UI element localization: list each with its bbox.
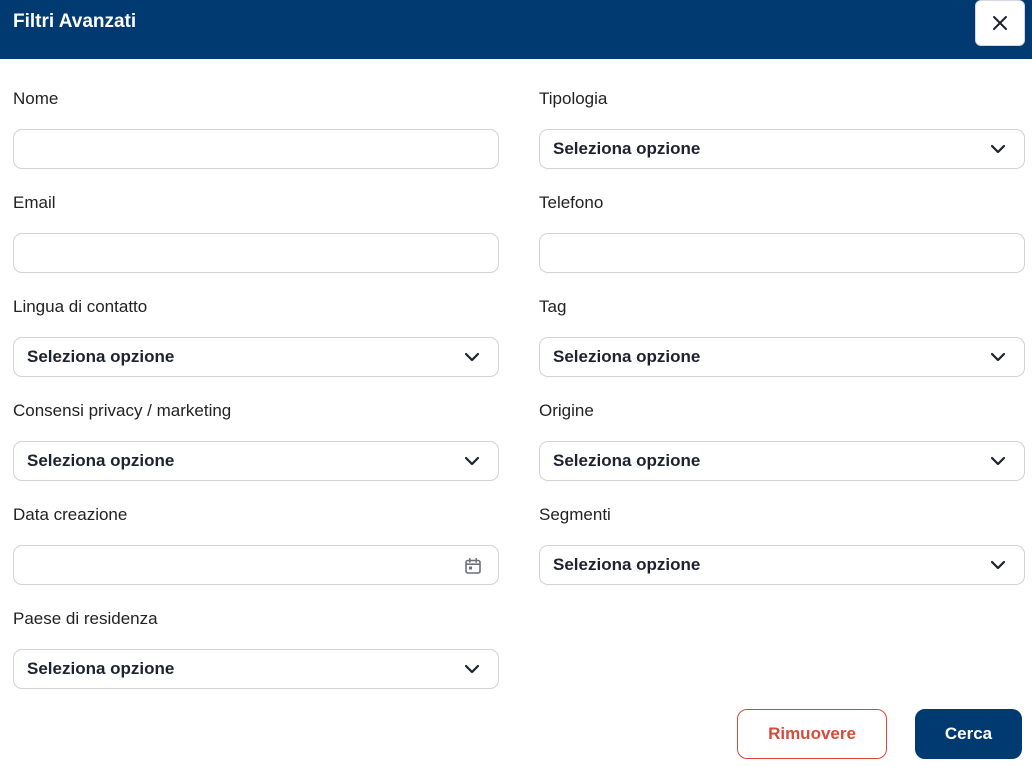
tipologia-select[interactable]: Seleziona opzione (539, 129, 1025, 169)
field-tag: Tag Seleziona opzione (539, 296, 1025, 377)
data-creazione-input[interactable] (14, 546, 498, 584)
consensi-select-value: Seleziona opzione (27, 451, 175, 470)
label-nome: Nome (13, 89, 59, 108)
telefono-input[interactable] (540, 234, 1024, 272)
dialog-title: Filtri Avanzati (13, 11, 137, 32)
label-lingua: Lingua di contatto (13, 297, 148, 316)
segmenti-select-value: Seleziona opzione (553, 555, 701, 574)
chevron-down-icon (990, 352, 1006, 362)
label-telefono: Telefono (539, 193, 604, 212)
field-tipologia: Tipologia Seleziona opzione (539, 88, 1025, 169)
label-paese: Paese di residenza (13, 609, 158, 628)
field-paese: Paese di residenza Seleziona opzione (13, 608, 499, 689)
paese-select-value: Seleziona opzione (27, 659, 175, 678)
telefono-input-wrapper (539, 233, 1025, 273)
label-data-creazione: Data creazione (13, 505, 128, 524)
consensi-select[interactable]: Seleziona opzione (13, 441, 499, 481)
field-segmenti: Segmenti Seleziona opzione (539, 504, 1025, 585)
label-consensi: Consensi privacy / marketing (13, 401, 232, 420)
paese-select[interactable]: Seleziona opzione (13, 649, 499, 689)
chevron-down-icon (990, 144, 1006, 154)
dialog-header: Filtri Avanzati (0, 0, 1032, 59)
remove-button[interactable]: Rimuovere (737, 709, 887, 759)
close-button[interactable] (975, 0, 1025, 46)
origine-select[interactable]: Seleziona opzione (539, 441, 1025, 481)
field-email: Email (13, 192, 499, 273)
tag-select[interactable]: Seleziona opzione (539, 337, 1025, 377)
field-origine: Origine Seleziona opzione (539, 400, 1025, 481)
tipologia-select-value: Seleziona opzione (553, 139, 701, 158)
search-button[interactable]: Cerca (915, 709, 1022, 759)
chevron-down-icon (464, 456, 480, 466)
data-creazione-input-wrapper (13, 545, 499, 585)
field-telefono: Telefono (539, 192, 1025, 273)
nome-input[interactable] (14, 130, 498, 168)
field-consensi: Consensi privacy / marketing Seleziona o… (13, 400, 499, 481)
close-icon (993, 16, 1007, 30)
origine-select-value: Seleziona opzione (553, 451, 701, 470)
label-origine: Origine (539, 401, 594, 420)
label-segmenti: Segmenti (539, 505, 611, 524)
nome-input-wrapper (13, 129, 499, 169)
chevron-down-icon (464, 664, 480, 674)
email-input[interactable] (14, 234, 498, 272)
tag-select-value: Seleziona opzione (553, 347, 701, 366)
label-email: Email (13, 193, 56, 212)
field-data-creazione: Data creazione (13, 504, 499, 585)
lingua-select-value: Seleziona opzione (27, 347, 175, 366)
label-tipologia: Tipologia (539, 89, 608, 108)
field-nome: Nome (13, 88, 499, 169)
segmenti-select[interactable]: Seleziona opzione (539, 545, 1025, 585)
calendar-icon[interactable] (464, 557, 482, 575)
chevron-down-icon (464, 352, 480, 362)
label-tag: Tag (539, 297, 567, 316)
chevron-down-icon (990, 560, 1006, 570)
field-lingua: Lingua di contatto Seleziona opzione (13, 296, 499, 377)
email-input-wrapper (13, 233, 499, 273)
lingua-select[interactable]: Seleziona opzione (13, 337, 499, 377)
chevron-down-icon (990, 456, 1006, 466)
